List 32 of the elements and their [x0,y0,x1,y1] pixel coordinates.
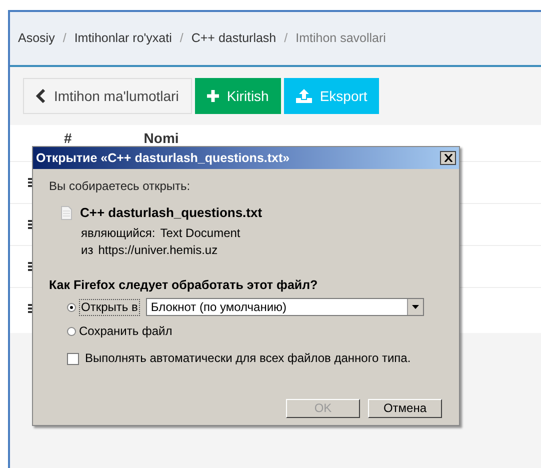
close-button[interactable] [440,151,456,165]
app-select[interactable]: Блокнот (по умолчанию) [146,298,424,316]
upload-icon [296,89,312,103]
source-label: из [81,243,94,258]
breadcrumb-link[interactable]: Asosiy [18,28,55,48]
breadcrumb-separator: / [284,30,288,47]
breadcrumb-separator: / [62,30,66,47]
dialog-intro: Вы собираетесь открыть: [49,179,192,194]
back-button[interactable]: Imtihon ma'lumotlari [23,78,192,114]
type-value: Text Document [160,226,240,241]
radio-button[interactable] [67,326,76,336]
breadcrumb-link[interactable]: Imtihon savollari [296,28,386,48]
source-value: https://univer.hemis.uz [98,243,218,258]
dropdown-arrow-icon [412,305,419,309]
cancel-button[interactable]: Отмена [368,399,442,418]
document-icon [61,206,72,220]
file-name: C++ dasturlash_questions.txt [80,205,262,220]
dialog-title: Открытие «C++ dasturlash_questions.txt» [36,150,290,167]
type-label: являющийся: [81,226,156,241]
dialog-question: Как Firefox следует обработать этот файл? [49,278,319,293]
auto-checkbox-option[interactable]: Выполнять автоматически для всех файлов данного типа. [67,351,443,366]
column-header: Nomi [144,130,179,146]
breadcrumb-separator: / [180,30,184,47]
chevron-left-icon [36,89,46,103]
column-header: # [64,130,72,146]
radio-button[interactable] [67,302,76,312]
checkbox[interactable] [67,352,79,364]
radio-option[interactable]: Сохранить файл [67,324,172,338]
breadcrumb-link[interactable]: C++ dasturlash [191,28,276,48]
plus-icon [206,90,219,102]
breadcrumb-link[interactable]: Imtihonlar ro'yxati [74,28,172,48]
close-icon [444,154,452,162]
